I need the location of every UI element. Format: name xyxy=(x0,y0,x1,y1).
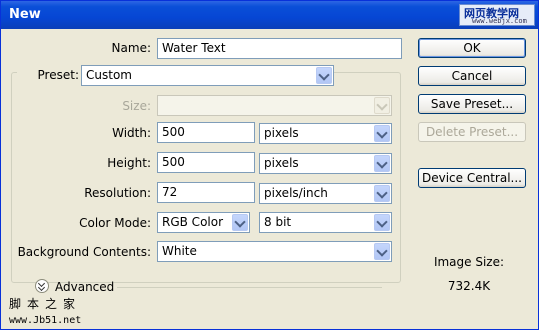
width-unit-select[interactable]: pixels xyxy=(259,123,392,144)
width-input[interactable]: 500 xyxy=(157,122,255,143)
height-input[interactable]: 500 xyxy=(157,152,255,173)
title-bar[interactable]: New 网页教学网 www.webjx.com xyxy=(1,1,538,29)
bit-depth-select[interactable]: 8 bit xyxy=(259,212,392,233)
height-unit-select[interactable]: pixels xyxy=(259,153,392,174)
width-label: Width: xyxy=(112,126,151,140)
background-contents-value: White xyxy=(162,244,197,258)
resolution-input[interactable]: 72 xyxy=(157,182,255,203)
color-mode-label: Color Mode: xyxy=(79,216,151,230)
watermark-logo-url: www.webjx.com xyxy=(472,17,527,25)
ok-button[interactable]: OK xyxy=(418,38,526,58)
delete-preset-button: Delete Preset... xyxy=(418,122,526,142)
cancel-button[interactable]: Cancel xyxy=(418,66,526,86)
save-preset-button[interactable]: Save Preset... xyxy=(418,94,526,114)
chevron-down-icon[interactable] xyxy=(374,214,390,231)
background-contents-select[interactable]: White xyxy=(157,241,392,262)
height-label: Height: xyxy=(107,156,151,170)
advanced-label[interactable]: Advanced xyxy=(55,280,114,294)
watermark-bottom-url: www.Jb51.net xyxy=(9,315,82,326)
expand-advanced-icon[interactable] xyxy=(35,279,49,293)
size-label: Size: xyxy=(122,99,151,113)
new-document-dialog: New 网页教学网 www.webjx.com Name: Water Text… xyxy=(0,0,539,330)
chevron-down-icon[interactable] xyxy=(374,125,390,142)
resolution-unit-value: pixels/inch xyxy=(264,186,328,200)
chevron-down-icon xyxy=(374,97,390,114)
chevron-down-icon[interactable] xyxy=(316,67,332,84)
background-contents-label: Background Contents: xyxy=(17,245,151,259)
image-size-label: Image Size: xyxy=(433,255,505,269)
device-central-button[interactable]: Device Central... xyxy=(418,168,526,188)
resolution-unit-select[interactable]: pixels/inch xyxy=(259,183,392,204)
image-size-value: 732.4K xyxy=(447,279,491,293)
chevron-down-icon[interactable] xyxy=(374,243,390,260)
advanced-divider xyxy=(117,287,382,288)
chevron-down-icon[interactable] xyxy=(374,155,390,172)
resolution-label: Resolution: xyxy=(84,186,151,200)
color-mode-select[interactable]: RGB Color xyxy=(157,212,250,233)
watermark-bottom-text: 脚本之家 xyxy=(9,297,82,311)
color-mode-value: RGB Color xyxy=(162,215,224,229)
chevron-down-icon[interactable] xyxy=(374,185,390,202)
window-title: New xyxy=(9,7,41,22)
preset-label: Preset: xyxy=(17,68,81,82)
name-input[interactable]: Water Text xyxy=(157,38,402,59)
height-unit-value: pixels xyxy=(264,156,299,170)
watermark-logo: 网页教学网 www.webjx.com xyxy=(459,4,535,26)
preset-value: Custom xyxy=(86,68,132,82)
width-unit-value: pixels xyxy=(264,126,299,140)
size-select xyxy=(157,95,392,116)
chevron-down-icon[interactable] xyxy=(232,214,248,231)
preset-select[interactable]: Custom xyxy=(81,65,334,86)
bit-depth-value: 8 bit xyxy=(264,215,292,229)
name-label: Name: xyxy=(111,41,151,55)
